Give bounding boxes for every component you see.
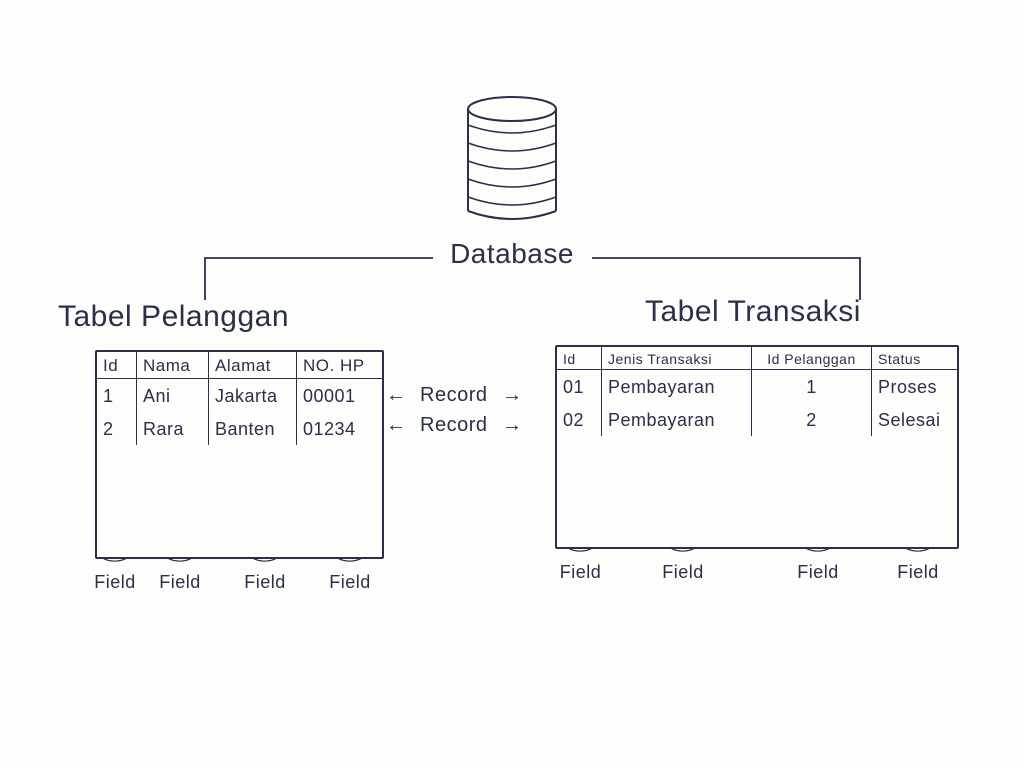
brace-icon: ︶	[670, 551, 697, 560]
col-header-id: Id	[97, 352, 137, 378]
cell: Pembayaran	[602, 370, 752, 403]
field-label: Field	[329, 572, 371, 593]
cell: Ani	[137, 379, 209, 412]
field-label: Field	[560, 562, 602, 583]
col-header-alamat: Alamat	[209, 352, 297, 378]
customers-table: Id Nama Alamat NO. HP 1 Ani Jakarta 0000…	[95, 350, 384, 559]
field-labels-right: ︶ Field ︶ Field ︶ Field ︶ Field	[553, 548, 958, 583]
table-header-row: Id Nama Alamat NO. HP	[97, 352, 382, 379]
col-header-id-pelanggan: Id Pelanggan	[752, 347, 872, 369]
arrow-right-icon: →	[500, 414, 525, 437]
arrow-right-icon: →	[500, 384, 525, 407]
transactions-table: Id Jenis Transaksi Id Pelanggan Status 0…	[555, 345, 959, 549]
table-title-customers: Tabel Pelanggan	[58, 300, 289, 334]
cell: 2	[752, 403, 872, 436]
col-header-id: Id	[557, 347, 602, 369]
table-header-row: Id Jenis Transaksi Id Pelanggan Status	[557, 347, 957, 370]
brace-icon: ︶	[337, 561, 364, 570]
brace-icon: ︶	[567, 551, 594, 560]
field-label: Field	[159, 572, 201, 593]
field-label: Field	[897, 562, 939, 583]
col-header-jenis: Jenis Transaksi	[602, 347, 752, 369]
cell: 1	[97, 379, 137, 412]
brace-icon: ︶	[805, 551, 832, 560]
col-header-status: Status	[872, 347, 957, 369]
table-title-transactions: Tabel Transaksi	[645, 295, 861, 329]
field-label: Field	[244, 572, 286, 593]
cell: 01234	[297, 412, 382, 445]
cell: Proses	[872, 370, 957, 403]
database-icon	[462, 95, 562, 225]
arrow-left-icon: ←	[384, 384, 409, 407]
brace-icon: ︶	[167, 561, 194, 570]
database-label: Database	[0, 238, 1024, 270]
brace-icon: ︶	[905, 551, 932, 560]
col-header-nohp: NO. HP	[297, 352, 382, 378]
cell: 1	[752, 370, 872, 403]
table-row: 01 Pembayaran 1 Proses	[557, 370, 957, 403]
table-row: 02 Pembayaran 2 Selesai	[557, 403, 957, 436]
arrow-left-icon: ←	[384, 414, 409, 437]
cell: Pembayaran	[602, 403, 752, 436]
field-label: Field	[797, 562, 839, 583]
cell: Jakarta	[209, 379, 297, 412]
cell: Rara	[137, 412, 209, 445]
brace-icon: ︶	[102, 561, 129, 570]
cell: Banten	[209, 412, 297, 445]
field-labels-left: ︶ Field ︶ Field ︶ Field ︶ Field	[90, 558, 390, 593]
cell: 01	[557, 370, 602, 403]
field-label: Field	[662, 562, 704, 583]
col-header-nama: Nama	[137, 352, 209, 378]
cell: 2	[97, 412, 137, 445]
record-label: Record	[420, 414, 487, 437]
field-label: Field	[94, 572, 136, 593]
table-row: 2 Rara Banten 01234	[97, 412, 382, 445]
table-row: 1 Ani Jakarta 00001	[97, 379, 382, 412]
brace-icon: ︶	[252, 561, 279, 570]
cell: 02	[557, 403, 602, 436]
cell: Selesai	[872, 403, 957, 436]
record-label: Record	[420, 384, 487, 407]
cell: 00001	[297, 379, 382, 412]
